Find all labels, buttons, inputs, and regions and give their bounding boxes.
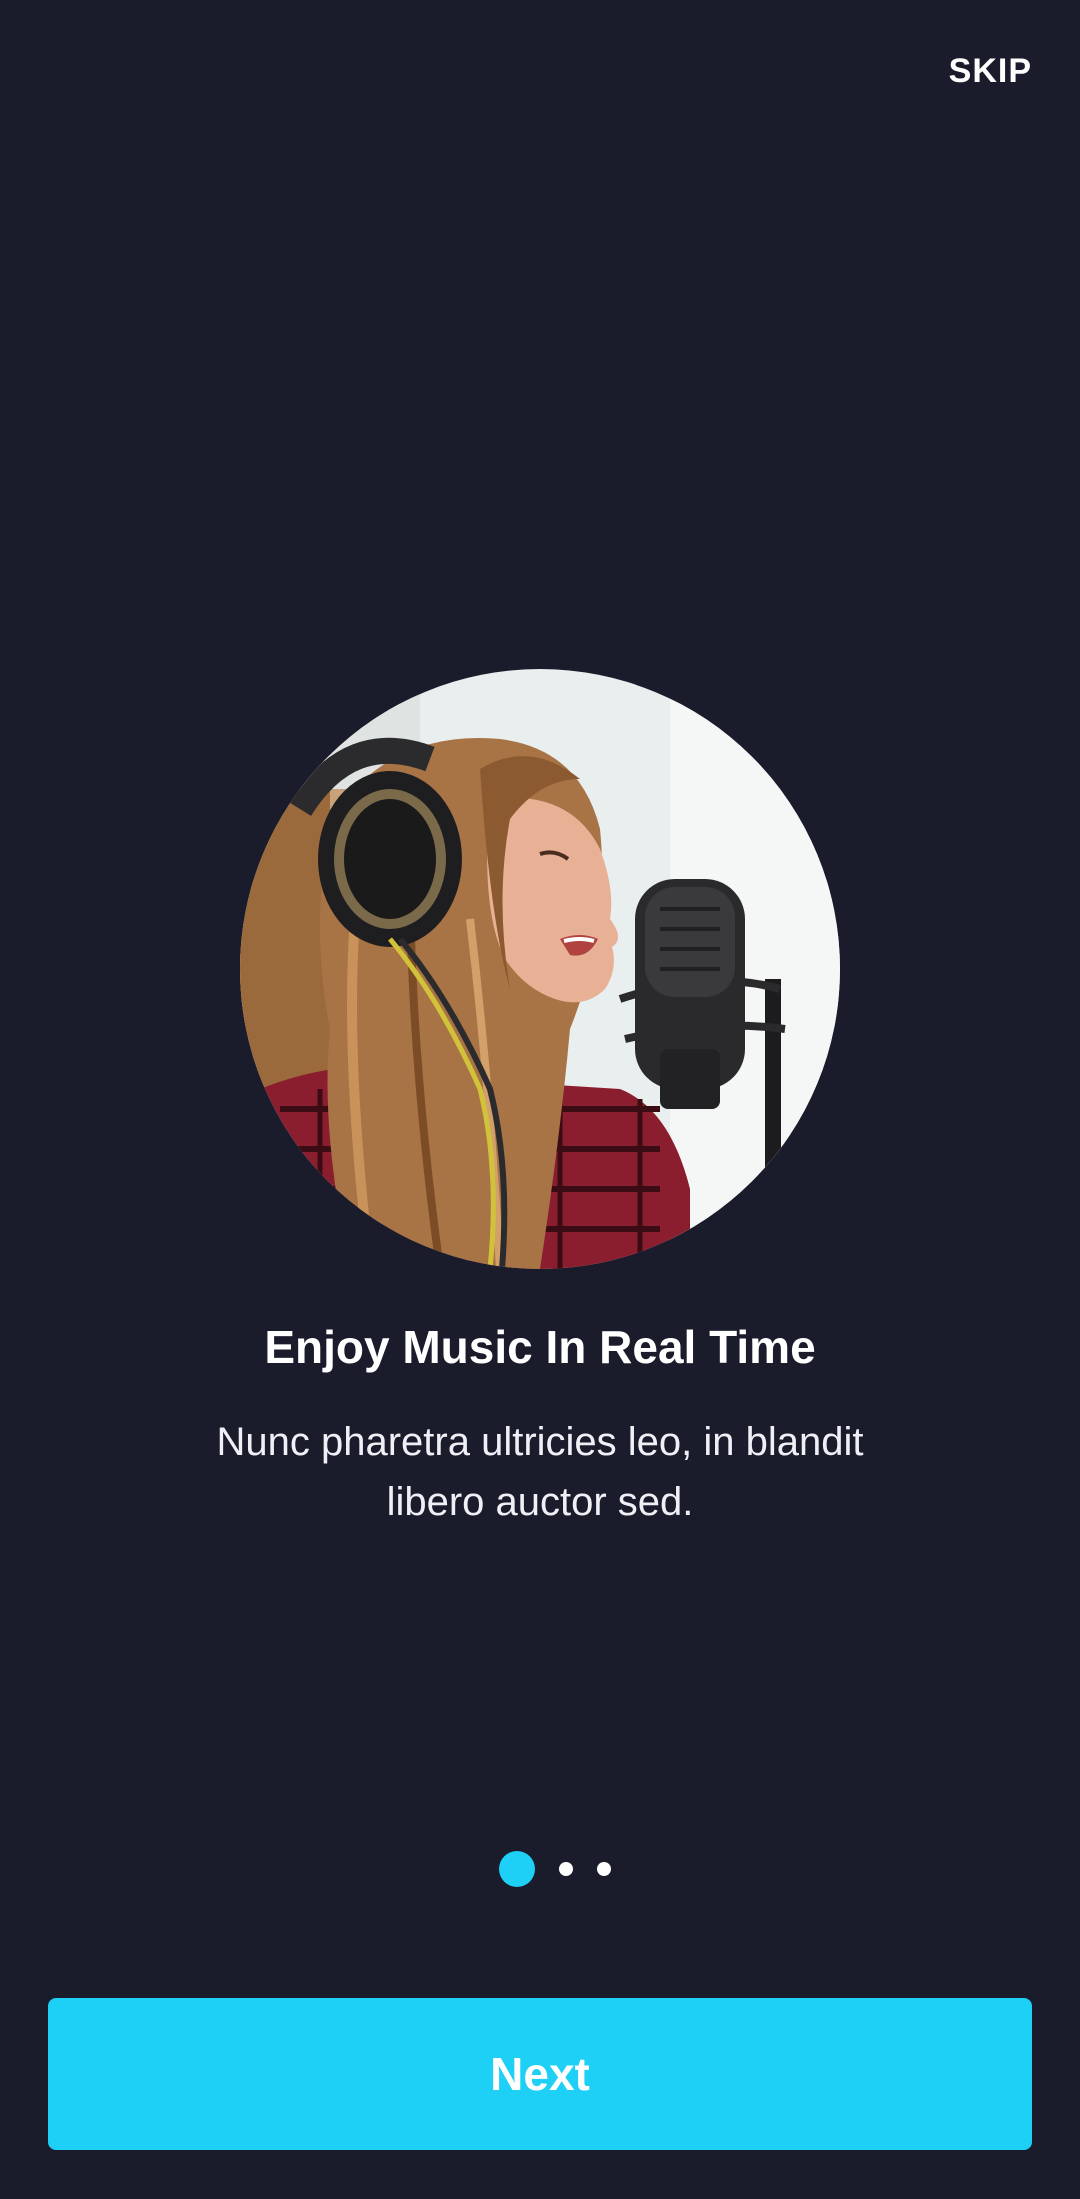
page-indicator: [0, 1850, 1080, 1888]
next-button[interactable]: Next: [48, 1998, 1032, 2150]
skip-button[interactable]: SKIP: [949, 52, 1032, 91]
hero-image: [240, 669, 840, 1269]
page-dot[interactable]: [559, 1862, 573, 1876]
onboarding-screen: SKIP Enjoy Music In Real Time Nunc phare…: [0, 0, 1080, 2199]
page-dot-active[interactable]: [499, 1851, 535, 1887]
page-dot[interactable]: [597, 1862, 611, 1876]
onboarding-title: Enjoy Music In Real Time: [264, 1321, 816, 1373]
onboarding-description: Nunc pharetra ultricies leo, in blandit …: [216, 1420, 864, 1524]
